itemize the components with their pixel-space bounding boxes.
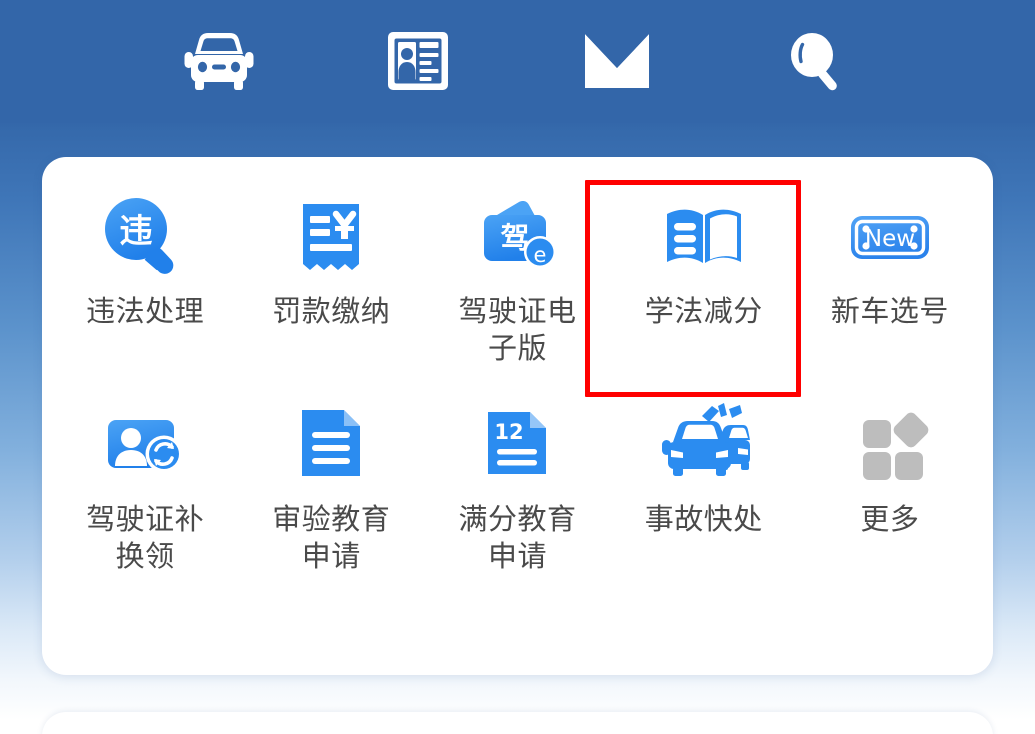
new-plate-icon: New <box>842 191 938 283</box>
service-item-label: 驾驶证补 换领 <box>86 502 205 574</box>
document-12-icon: 12 <box>469 399 565 491</box>
app-background: 违 违法处理 罚款缴纳 驾 e 驾驶证电 子版 学法减分 New 新车选号 驾驶… <box>0 0 1035 734</box>
car-crash-icon <box>656 399 752 491</box>
service-item-new-plate-selection[interactable]: New 新车选号 <box>797 183 983 367</box>
document-lines-icon <box>283 399 379 491</box>
service-item-fine-payment[interactable]: 罚款缴纳 <box>238 183 424 367</box>
service-item-full-score-education-application[interactable]: 12 满分教育 申请 <box>424 391 610 575</box>
service-item-label: 更多 <box>860 502 920 537</box>
service-item-license-replacement[interactable]: 驾驶证补 换领 <box>52 391 238 575</box>
wallet-license-icon: 驾 e <box>469 191 565 283</box>
service-item-label: 新车选号 <box>830 294 949 328</box>
service-item-violation-handling[interactable]: 违 违法处理 <box>52 183 238 367</box>
svg-text:违: 违 <box>120 211 153 250</box>
envelope-icon[interactable] <box>578 28 656 94</box>
service-item-label: 罚款缴纳 <box>272 294 391 328</box>
more-grid-icon <box>842 399 938 491</box>
car-icon[interactable] <box>180 28 258 94</box>
service-item-label: 审验教育 申请 <box>272 502 391 574</box>
service-item-review-education-application[interactable]: 审验教育 申请 <box>238 391 424 575</box>
service-item-label: 驾驶证电 子版 <box>458 294 577 366</box>
service-grid-card: 违 违法处理 罚款缴纳 驾 e 驾驶证电 子版 学法减分 New 新车选号 驾驶… <box>42 157 993 675</box>
service-item-accident-quick-handling[interactable]: 事故快处 <box>611 391 797 575</box>
top-icon-bar <box>0 0 1035 122</box>
service-item-label: 事故快处 <box>644 502 763 537</box>
receipt-yuan-icon <box>283 191 379 283</box>
service-item-label: 违法处理 <box>86 294 205 328</box>
service-item-more[interactable]: 更多 <box>797 391 983 575</box>
service-grid: 违 违法处理 罚款缴纳 驾 e 驾驶证电 子版 学法减分 New 新车选号 驾驶… <box>42 157 993 575</box>
service-item-label: 满分教育 申请 <box>458 502 577 574</box>
license-renew-icon <box>97 399 193 491</box>
id-card-icon[interactable] <box>379 28 457 94</box>
violation-search-icon: 违 <box>97 191 193 283</box>
search-icon[interactable] <box>777 28 855 94</box>
service-item-label: 学法减分 <box>644 294 763 328</box>
service-item-e-driver-license[interactable]: 驾 e 驾驶证电 子版 <box>424 183 610 367</box>
secondary-card <box>42 712 993 734</box>
svg-text:12: 12 <box>495 420 524 444</box>
svg-text:New: New <box>865 226 915 252</box>
service-item-study-law-reduce-points[interactable]: 学法减分 <box>611 183 797 367</box>
open-book-icon <box>656 191 752 283</box>
svg-text:e: e <box>534 243 547 267</box>
